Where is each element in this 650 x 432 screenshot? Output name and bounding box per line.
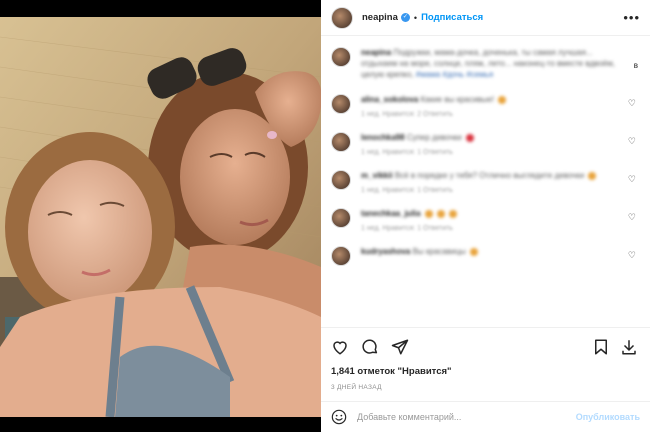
comment-input[interactable] <box>357 412 557 422</box>
post-photo[interactable] <box>0 17 321 417</box>
comment-avatar[interactable] <box>331 94 351 114</box>
comment-text-block: m_vikkii Всё в порядке у тебя? Отлично в… <box>361 170 626 181</box>
smiley-icon[interactable] <box>331 409 347 425</box>
post-timestamp[interactable]: 3 ДНЕЙ НАЗАД <box>331 384 640 391</box>
save-icon[interactable] <box>592 338 612 358</box>
share-icon[interactable] <box>391 338 411 358</box>
caption-mark: в <box>633 61 638 70</box>
emoji-icon <box>498 95 507 104</box>
follow-button[interactable]: Подписаться <box>421 12 483 23</box>
comment-avatar[interactable] <box>331 208 351 228</box>
heart-emoji-icon <box>465 133 474 142</box>
emoji-icon <box>437 209 446 218</box>
comment-text: Всё в порядке у тебя? Отлично выглядите … <box>394 171 585 180</box>
comment-composer: Опубликовать <box>321 401 650 432</box>
like-icon[interactable] <box>331 338 351 358</box>
caption: neapina Подружки, мама-дочка, доченька, … <box>331 47 640 80</box>
comment-username[interactable]: lenochka98 <box>361 133 405 142</box>
comment-like-icon[interactable]: ♡ <box>628 250 636 261</box>
comment-like-icon[interactable]: ♡ <box>628 98 636 109</box>
comment-username[interactable]: kudryashova <box>361 247 410 256</box>
comment-like-icon[interactable]: ♡ <box>628 212 636 223</box>
emoji-icon <box>449 209 458 218</box>
comment-item: lenochka98 Супер девочки 1 нед. Нравится… <box>331 132 640 156</box>
caption-username[interactable]: neapina <box>361 48 391 57</box>
comment-text-block: alina_sokolova Какие вы красивые! <box>361 94 626 105</box>
comment-meta: 1 нед. Нравится: 1 Ответить <box>361 187 453 194</box>
more-icon[interactable]: ••• <box>623 11 640 24</box>
post-header: neapina ✓ • Подписаться ••• <box>321 0 650 36</box>
author-avatar[interactable] <box>331 6 353 29</box>
caption-text-block: neapina Подружки, мама-дочка, доченька, … <box>361 47 626 80</box>
photo-illustration <box>0 17 321 417</box>
comment-item: kudryashova Вы красавицы ♡ <box>331 246 640 266</box>
emoji-icon <box>588 171 597 180</box>
comment-like-icon[interactable]: ♡ <box>628 136 636 147</box>
comments-list[interactable]: neapina Подружки, мама-дочка, доченька, … <box>321 37 650 326</box>
comment-username[interactable]: alina_sokolova <box>361 95 418 104</box>
comment-text-block: tanechkaa_julia <box>361 208 626 219</box>
author-username[interactable]: neapina <box>362 12 398 23</box>
action-icons <box>331 338 640 358</box>
comment-item: m_vikkii Всё в порядке у тебя? Отлично в… <box>331 170 640 194</box>
verified-icon: ✓ <box>400 13 410 22</box>
likes-count[interactable]: 1,841 отметок "Нравится" <box>331 366 640 377</box>
publish-button[interactable]: Опубликовать <box>576 412 640 422</box>
download-icon[interactable] <box>620 338 640 358</box>
photo-panel <box>0 0 321 432</box>
comment-text-block: kudryashova Вы красавицы <box>361 246 626 257</box>
emoji-icon <box>424 209 433 218</box>
comment-icon[interactable] <box>361 338 381 358</box>
post-side-panel: neapina ✓ • Подписаться ••• neapina Подр… <box>321 0 650 432</box>
post-actions: 1,841 отметок "Нравится" 3 ДНЕЙ НАЗАД <box>321 327 650 401</box>
comment-meta: 1 нед. Нравится: 1 Ответить <box>361 225 453 232</box>
caption-avatar[interactable] <box>331 47 351 67</box>
post-modal: neapina ✓ • Подписаться ••• neapina Подр… <box>0 0 650 432</box>
comment-item: tanechkaa_julia 1 нед. Нравится: 1 Ответ… <box>331 208 640 232</box>
comment-avatar[interactable] <box>331 170 351 190</box>
comment-username[interactable]: tanechkaa_julia <box>361 209 421 218</box>
comment-text-block: lenochka98 Супер девочки <box>361 132 626 143</box>
comment-avatar[interactable] <box>331 132 351 152</box>
caption-tags[interactable]: #мама #дочь #семья <box>416 70 493 79</box>
comment-item: alina_sokolova Какие вы красивые! 1 нед.… <box>331 94 640 118</box>
comment-text: Какие вы красивые! <box>420 95 495 104</box>
comment-meta: 1 нед. Нравится: 2 Ответить <box>361 111 453 118</box>
comment-meta: 1 нед. Нравится: 1 Ответить <box>361 149 453 156</box>
comment-like-icon[interactable]: ♡ <box>628 174 636 185</box>
comment-avatar[interactable] <box>331 246 351 266</box>
comment-username[interactable]: m_vikkii <box>361 171 393 180</box>
header-separator: • <box>413 12 418 23</box>
action-icons-right <box>584 338 640 358</box>
emoji-icon <box>470 247 479 256</box>
comment-text: Вы красавицы <box>412 247 466 256</box>
comment-text: Супер девочки <box>406 133 462 142</box>
